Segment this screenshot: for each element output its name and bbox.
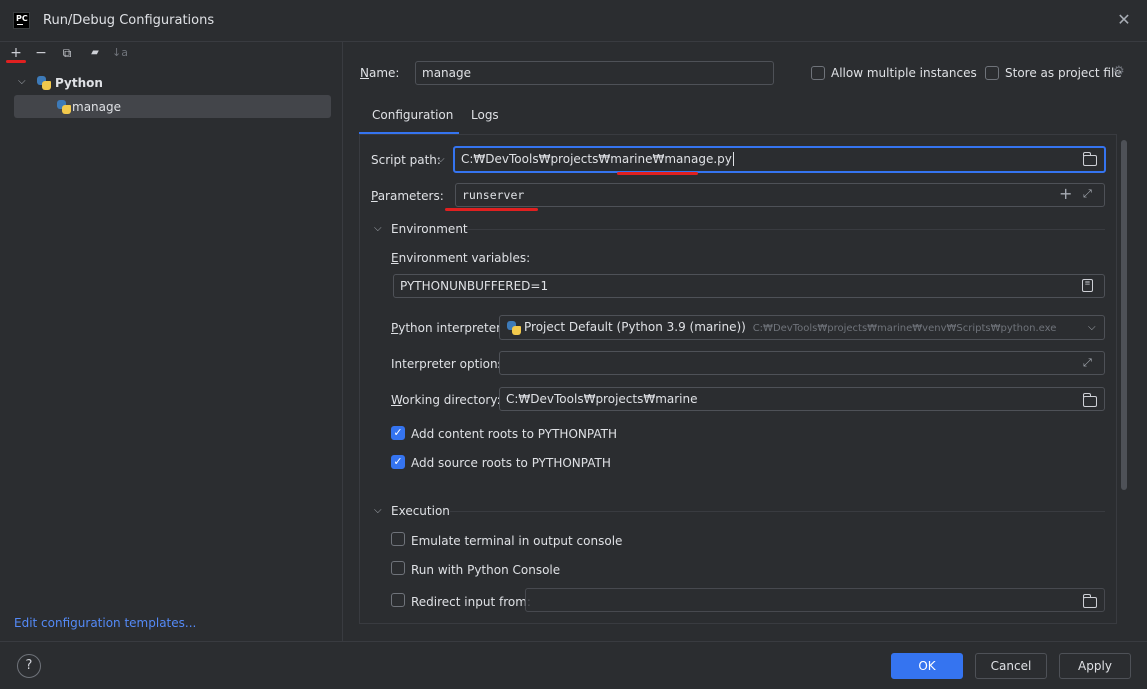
source-roots-checkbox[interactable]: ✓ bbox=[391, 455, 405, 469]
working-dir-input[interactable]: C:₩DevTools₩projects₩marine bbox=[499, 387, 1105, 411]
execution-section-label: Execution bbox=[391, 504, 450, 518]
script-path-input[interactable]: C:₩DevTools₩projects₩marine₩manage.py bbox=[453, 146, 1106, 173]
sort-configurations-button[interactable]: ↓a bbox=[111, 44, 129, 62]
python-icon bbox=[507, 321, 521, 335]
expand-icon[interactable]: ⤢ bbox=[1083, 356, 1092, 370]
python-icon bbox=[37, 76, 51, 90]
tree-item-label: manage bbox=[72, 100, 122, 114]
red-annotation-parameters bbox=[445, 208, 538, 211]
browse-folder-icon[interactable] bbox=[1083, 152, 1097, 166]
chevron-down-icon[interactable]: ⌵ bbox=[374, 505, 382, 516]
red-annotation-add bbox=[6, 60, 26, 63]
interpreter-select[interactable]: Project Default (Python 3.9 (marine)) C:… bbox=[499, 315, 1105, 340]
tree-group-label: Python bbox=[55, 76, 103, 90]
script-type-chevron-icon[interactable]: ⌵ bbox=[437, 154, 445, 165]
browse-folder-icon[interactable] bbox=[1083, 393, 1097, 407]
copy-configuration-button[interactable]: ⧉ bbox=[58, 44, 76, 62]
scrollbar[interactable] bbox=[1121, 140, 1127, 490]
help-button[interactable]: ? bbox=[17, 654, 41, 678]
remove-configuration-button[interactable]: − bbox=[32, 44, 50, 62]
tab-configuration[interactable]: Configuration bbox=[359, 100, 459, 135]
edit-templates-link[interactable]: Edit configuration templates... bbox=[14, 616, 196, 630]
environment-section-label: Environment bbox=[391, 222, 468, 236]
python-console-label: Run with Python Console bbox=[411, 563, 561, 577]
redirect-input-label: Redirect input from: bbox=[411, 595, 531, 609]
source-roots-label: Add source roots to PYTHONPATH bbox=[411, 456, 611, 470]
redirect-input-field[interactable] bbox=[525, 588, 1105, 612]
gear-icon[interactable]: ⚙ bbox=[1113, 64, 1125, 79]
emulate-terminal-label: Emulate terminal in output console bbox=[411, 534, 623, 548]
store-as-file-label: Store as project file bbox=[1005, 66, 1122, 80]
allow-multiple-label: Allow multiple instances bbox=[831, 66, 977, 80]
store-as-file-checkbox[interactable] bbox=[985, 66, 999, 80]
python-console-checkbox[interactable] bbox=[391, 561, 405, 575]
name-label: Name: bbox=[360, 66, 400, 80]
move-to-folder-button[interactable]: ▰ bbox=[86, 44, 104, 62]
window-title: Run/Debug Configurations bbox=[43, 13, 215, 28]
chevron-down-icon: ⌵ bbox=[18, 76, 26, 87]
section-divider bbox=[450, 511, 1105, 512]
cancel-button[interactable]: Cancel bbox=[975, 653, 1047, 679]
script-path-label: Script path: bbox=[371, 153, 441, 167]
redirect-input-checkbox[interactable] bbox=[391, 593, 405, 607]
chevron-down-icon[interactable]: ⌵ bbox=[1088, 322, 1096, 333]
parameters-label: Parameters: bbox=[371, 189, 444, 203]
env-vars-input[interactable]: PYTHONUNBUFFERED=1 bbox=[393, 274, 1105, 298]
ok-button[interactable]: OK bbox=[891, 653, 963, 679]
content-roots-checkbox[interactable]: ✓ bbox=[391, 426, 405, 440]
interpreter-label: Python interpreter: bbox=[391, 321, 505, 335]
configurations-sidebar bbox=[0, 42, 343, 641]
browse-folder-icon[interactable] bbox=[1083, 594, 1097, 608]
interp-options-input[interactable] bbox=[499, 351, 1105, 375]
interp-options-label: Interpreter options: bbox=[391, 357, 508, 371]
tree-item-manage[interactable]: manage bbox=[14, 95, 331, 118]
edit-env-vars-icon[interactable]: ≡ bbox=[1082, 279, 1093, 292]
section-divider bbox=[466, 229, 1105, 230]
name-input[interactable]: manage bbox=[415, 61, 774, 85]
tab-logs[interactable]: Logs bbox=[471, 108, 499, 122]
chevron-down-icon[interactable]: ⌵ bbox=[374, 223, 382, 234]
python-icon bbox=[57, 100, 71, 114]
parameters-input[interactable]: runserver bbox=[455, 183, 1105, 207]
apply-button[interactable]: Apply bbox=[1059, 653, 1131, 679]
close-icon[interactable]: ✕ bbox=[1113, 9, 1135, 31]
red-annotation-script-path bbox=[617, 172, 698, 175]
tree-group-python[interactable]: ⌵ Python bbox=[14, 71, 332, 95]
content-roots-label: Add content roots to PYTHONPATH bbox=[411, 427, 617, 441]
expand-icon[interactable]: ⤢ bbox=[1083, 187, 1092, 201]
allow-multiple-checkbox[interactable] bbox=[811, 66, 825, 80]
pycharm-logo-icon: PC bbox=[13, 12, 30, 29]
working-dir-label: Working directory: bbox=[391, 393, 501, 407]
add-macro-icon[interactable]: + bbox=[1059, 184, 1072, 203]
env-vars-label: Environment variables: bbox=[391, 251, 531, 265]
emulate-terminal-checkbox[interactable] bbox=[391, 532, 405, 546]
